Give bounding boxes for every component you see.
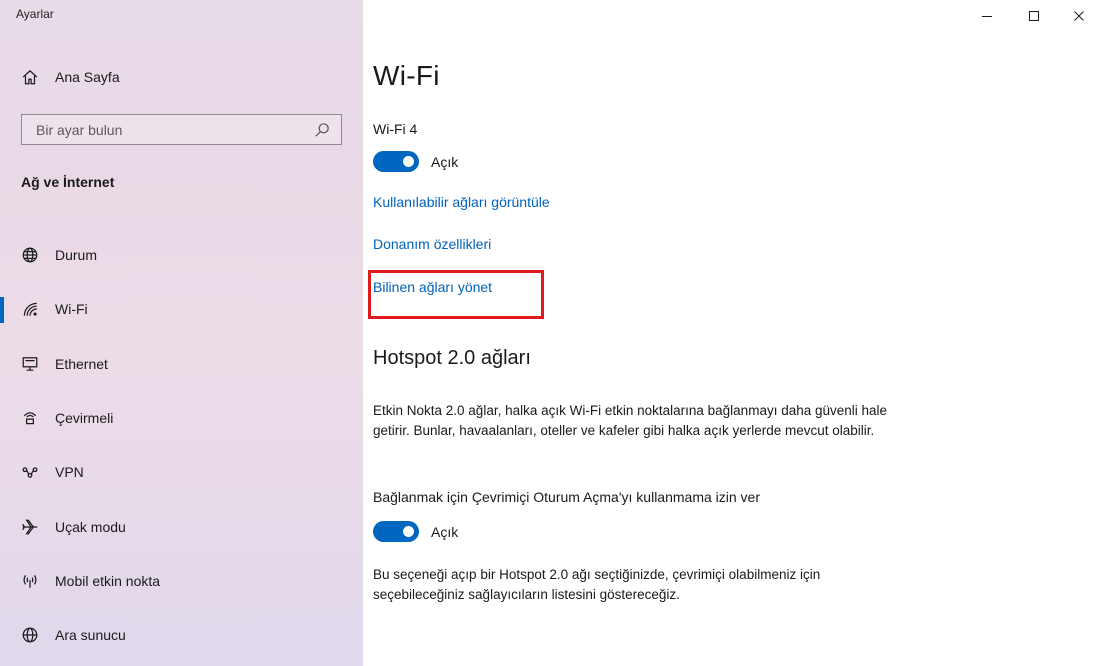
- hotspot-icon: [21, 572, 39, 590]
- close-icon: [1074, 11, 1084, 21]
- search-icon[interactable]: [313, 121, 331, 139]
- search-box[interactable]: [21, 114, 342, 145]
- search-input[interactable]: [36, 121, 306, 138]
- home-icon: [21, 68, 39, 86]
- sidebar-item-label: Ethernet: [55, 355, 108, 372]
- sidebar-item-wifi[interactable]: Wi-Fi: [0, 282, 363, 336]
- vpn-icon: [21, 463, 39, 481]
- sidebar-item-label: Ara sunucu: [55, 627, 126, 644]
- sidebar-item-label: Durum: [55, 247, 98, 264]
- wifi-toggle-state: Açık: [431, 153, 459, 170]
- online-signup-toggle-state: Açık: [431, 523, 459, 540]
- online-signup-toggle[interactable]: [373, 521, 419, 542]
- available-networks-link[interactable]: Kullanılabilir ağları görüntüle: [373, 194, 550, 210]
- sidebar-item-label: Wi-Fi: [55, 301, 88, 318]
- minimize-button[interactable]: [964, 0, 1010, 32]
- hotspot-section-title: Hotspot 2.0 ağları: [373, 347, 531, 369]
- sidebar-item-ucak-modu[interactable]: Uçak modu: [0, 499, 363, 553]
- sidebar-item-label: Çevirmeli: [55, 410, 114, 427]
- proxy-globe-icon: [21, 626, 39, 644]
- home-nav-item[interactable]: Ana Sayfa: [21, 64, 120, 90]
- sidebar-item-vpn[interactable]: VPN: [0, 445, 363, 499]
- sidebar-item-label: VPN: [55, 464, 84, 481]
- sidebar-item-label: Mobil etkin nokta: [55, 572, 161, 589]
- sidebar-nav: Durum Wi-Fi Ethernet Çevirmeli VPN Uçak …: [0, 228, 363, 662]
- settings-window: Ayarlar Ana Sayfa Ağ ve İnternet: [0, 0, 1102, 666]
- minimize-icon: [982, 16, 992, 17]
- airplane-icon: [21, 518, 39, 536]
- ethernet-icon: [21, 355, 39, 373]
- sidebar: Ayarlar Ana Sayfa Ağ ve İnternet: [0, 0, 363, 666]
- section-heading: Ağ ve İnternet: [21, 174, 115, 190]
- adapter-name: Wi-Fi 4: [373, 121, 418, 137]
- maximize-button[interactable]: [1011, 0, 1057, 32]
- online-signup-toggle-row: Açık: [373, 521, 458, 542]
- hotspot-footnote: Bu seçeneği açıp bir Hotspot 2.0 ağı seç…: [373, 567, 821, 602]
- selection-indicator: [0, 297, 4, 324]
- sidebar-item-mobil-etkin-nokta[interactable]: Mobil etkin nokta: [0, 554, 363, 608]
- wifi-toggle-row: Açık: [373, 151, 458, 172]
- online-signup-label: Bağlanmak için Çevrimiçi Oturum Açma'yı …: [373, 489, 761, 505]
- wifi-toggle[interactable]: [373, 151, 419, 172]
- sidebar-item-ara-sunucu[interactable]: Ara sunucu: [0, 608, 363, 662]
- dialup-icon: [21, 409, 39, 427]
- hotspot-description: Etkin Nokta 2.0 ağlar, halka açık Wi-Fi …: [373, 403, 888, 438]
- sidebar-item-label: Uçak modu: [55, 518, 126, 535]
- highlight-annotation-box: [368, 270, 544, 319]
- main-content: Wi-Fi Wi-Fi 4 Açık Kullanılabilir ağları…: [363, 0, 1102, 666]
- hardware-properties-link[interactable]: Donanım özellikleri: [373, 236, 491, 252]
- app-title: Ayarlar: [16, 7, 54, 21]
- globe-status-icon: [21, 246, 39, 264]
- sidebar-item-durum[interactable]: Durum: [0, 228, 363, 282]
- close-button[interactable]: [1056, 0, 1102, 32]
- wifi-icon: [21, 300, 39, 318]
- sidebar-item-cevirmeli[interactable]: Çevirmeli: [0, 391, 363, 445]
- home-label: Ana Sayfa: [55, 69, 120, 85]
- sidebar-item-ethernet[interactable]: Ethernet: [0, 337, 363, 391]
- maximize-icon: [1029, 11, 1039, 21]
- page-title: Wi-Fi: [373, 60, 440, 91]
